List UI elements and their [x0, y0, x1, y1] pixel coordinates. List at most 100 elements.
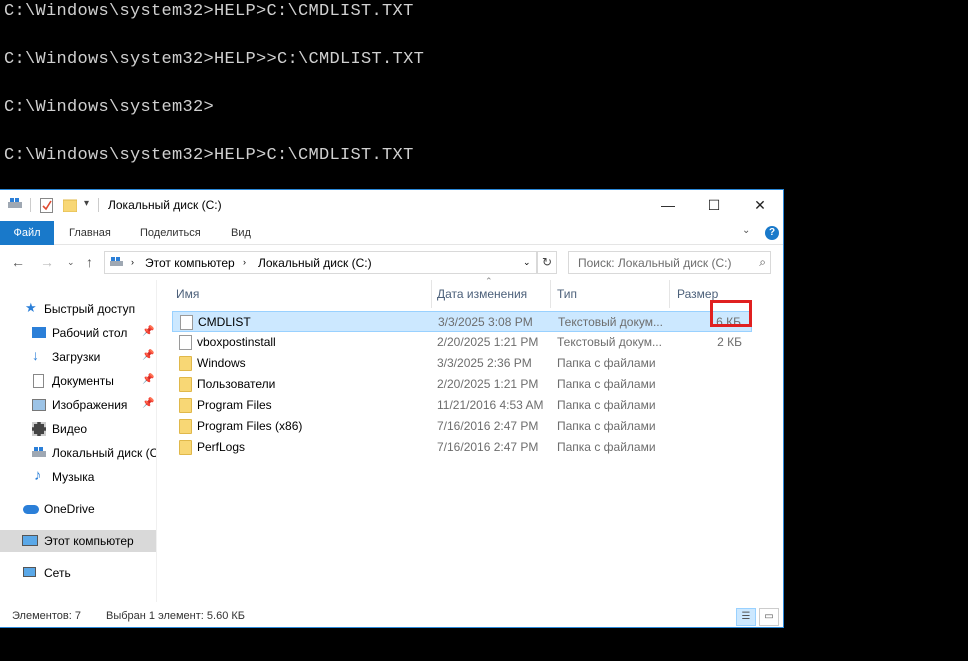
- pane-splitter[interactable]: [156, 280, 157, 602]
- quick-access-dropdown-icon[interactable]: ▾: [84, 198, 89, 209]
- video-icon: [32, 422, 46, 436]
- file-type: Папка с файлами: [557, 398, 656, 412]
- expand-ribbon-icon[interactable]: ⌄: [742, 225, 750, 236]
- file-list: ⌃ Имя Дата изменения Тип Размер CMDLIST …: [172, 276, 754, 602]
- table-row[interactable]: Program Files (x86) 7/16/2016 2:47 PM Па…: [172, 416, 752, 437]
- tab-view[interactable]: Вид: [231, 221, 251, 245]
- status-bar: Элементов: 7 Выбран 1 элемент: 5.60 КБ ☰…: [0, 603, 783, 628]
- sidebar-item-label: OneDrive: [44, 502, 95, 516]
- sidebar-item-label: Видео: [52, 422, 88, 436]
- refresh-icon[interactable]: ↻: [537, 251, 557, 274]
- file-name: Program Files (x86): [197, 419, 303, 433]
- sidebar-item-desktop[interactable]: Рабочий стол 📌: [0, 322, 156, 344]
- pin-icon[interactable]: 📌: [142, 350, 154, 361]
- file-type: Текстовый докум...: [557, 335, 662, 349]
- sidebar-item-label: Загрузки: [52, 350, 101, 364]
- sidebar-item-local-disk[interactable]: Локальный диск (C: [0, 442, 156, 464]
- table-row[interactable]: vboxpostinstall 2/20/2025 1:21 PM Тексто…: [172, 332, 752, 353]
- file-date: 2/20/2025 1:21 PM: [437, 377, 539, 391]
- file-type: Папка с файлами: [557, 356, 656, 370]
- minimize-button[interactable]: —: [645, 190, 691, 220]
- forward-icon[interactable]: →: [40, 254, 54, 270]
- file-date: 3/3/2025 3:08 PM: [438, 315, 533, 329]
- search-box[interactable]: Поиск: Локальный диск (C:) ⌕: [568, 251, 771, 274]
- text-file-icon: [179, 335, 192, 350]
- table-row[interactable]: Windows 3/3/2025 2:36 PM Папка с файлами: [172, 353, 752, 374]
- sidebar-item-label: Локальный диск (C: [52, 446, 156, 460]
- sidebar-item-label: Музыка: [52, 470, 95, 484]
- column-header-date[interactable]: Дата изменения: [437, 280, 527, 308]
- file-name: CMDLIST: [198, 315, 251, 329]
- tab-file[interactable]: Файл: [0, 221, 54, 245]
- sidebar-item-documents[interactable]: Документы 📌: [0, 370, 156, 392]
- back-icon[interactable]: ←: [11, 254, 25, 270]
- sidebar-item-onedrive[interactable]: OneDrive: [0, 498, 156, 520]
- highlight-annotation: [710, 300, 752, 327]
- chevron-right-icon[interactable]: ›: [243, 257, 246, 267]
- address-history-icon[interactable]: ⌄: [523, 257, 531, 268]
- pin-icon[interactable]: 📌: [142, 326, 154, 337]
- recent-locations-icon[interactable]: ⌄: [67, 257, 75, 268]
- sidebar-item-label: Этот компьютер: [44, 534, 134, 548]
- tab-home[interactable]: Главная: [69, 221, 111, 245]
- status-item-count: Элементов: 7: [12, 610, 81, 622]
- sidebar-item-downloads[interactable]: ↓ Загрузки 📌: [0, 346, 156, 368]
- file-date: 7/16/2016 2:47 PM: [437, 440, 539, 454]
- column-header-type[interactable]: Тип: [557, 280, 577, 308]
- help-icon[interactable]: ?: [765, 226, 779, 240]
- network-icon: [23, 567, 36, 577]
- sidebar-item-videos[interactable]: Видео: [0, 418, 156, 440]
- text-file-icon: [180, 315, 193, 330]
- file-type: Папка с файлами: [557, 440, 656, 454]
- breadcrumb-drive[interactable]: Локальный диск (C:): [258, 256, 372, 270]
- address-bar[interactable]: › Этот компьютер › Локальный диск (C:) ⌄: [104, 251, 537, 274]
- search-input[interactable]: Поиск: Локальный диск (C:): [578, 256, 731, 270]
- column-divider[interactable]: [669, 280, 670, 308]
- chevron-right-icon[interactable]: ›: [131, 257, 134, 267]
- maximize-button[interactable]: ☐: [691, 190, 737, 220]
- drive-icon: [32, 447, 46, 457]
- column-divider[interactable]: [550, 280, 551, 308]
- pictures-icon: [32, 399, 46, 411]
- sidebar-item-network[interactable]: Сеть: [0, 562, 156, 584]
- table-row[interactable]: Пользователи 2/20/2025 1:21 PM Папка с ф…: [172, 374, 752, 395]
- sidebar-item-label: Быстрый доступ: [44, 302, 136, 316]
- close-button[interactable]: ✕: [737, 190, 783, 220]
- large-icons-view-icon[interactable]: ▭: [759, 608, 779, 626]
- properties-icon[interactable]: [40, 198, 53, 213]
- file-size: 2 КБ: [717, 335, 742, 349]
- folder-icon: [179, 377, 192, 392]
- file-name: PerfLogs: [197, 440, 246, 454]
- folder-icon: [179, 440, 192, 455]
- column-divider[interactable]: [431, 280, 432, 308]
- divider: [98, 198, 99, 212]
- tab-share[interactable]: Поделиться: [140, 221, 201, 245]
- sidebar-item-pictures[interactable]: Изображения 📌: [0, 394, 156, 416]
- sidebar-item-quick-access[interactable]: ★ Быстрый доступ: [0, 298, 156, 320]
- file-name: Program Files: [197, 398, 272, 412]
- folder-icon: [179, 398, 192, 413]
- table-row[interactable]: CMDLIST 3/3/2025 3:08 PM Текстовый докум…: [172, 311, 752, 332]
- status-selection: Выбран 1 элемент: 5.60 КБ: [106, 610, 245, 622]
- sidebar-item-label: Изображения: [52, 398, 128, 412]
- breadcrumb-this-pc[interactable]: Этот компьютер: [145, 256, 235, 270]
- new-folder-icon[interactable]: [63, 198, 77, 212]
- console-line: C:\Windows\system32>HELP>>C:\CMDLIST.TXT: [4, 50, 425, 69]
- column-header-name[interactable]: Имя: [176, 280, 199, 308]
- folder-icon: [179, 419, 192, 434]
- file-type: Текстовый докум...: [558, 315, 663, 329]
- table-row[interactable]: Program Files 11/21/2016 4:53 AM Папка с…: [172, 395, 752, 416]
- table-row[interactable]: PerfLogs 7/16/2016 2:47 PM Папка с файла…: [172, 437, 752, 458]
- sidebar-item-this-pc[interactable]: Этот компьютер: [0, 530, 156, 552]
- up-icon[interactable]: ↑: [86, 254, 93, 270]
- drive-icon: [8, 198, 22, 208]
- title-bar[interactable]: ▾ Локальный диск (C:) — ☐ ✕: [0, 190, 783, 220]
- divider: [30, 198, 31, 212]
- explorer-window: ▾ Локальный диск (C:) — ☐ ✕ Файл Главная…: [0, 189, 784, 628]
- pin-icon[interactable]: 📌: [142, 398, 154, 409]
- pin-icon[interactable]: 📌: [142, 374, 154, 385]
- file-date: 3/3/2025 2:36 PM: [437, 356, 532, 370]
- details-view-icon[interactable]: ☰: [736, 608, 756, 626]
- sidebar-item-music[interactable]: ♪ Музыка: [0, 466, 156, 488]
- file-date: 2/20/2025 1:21 PM: [437, 335, 539, 349]
